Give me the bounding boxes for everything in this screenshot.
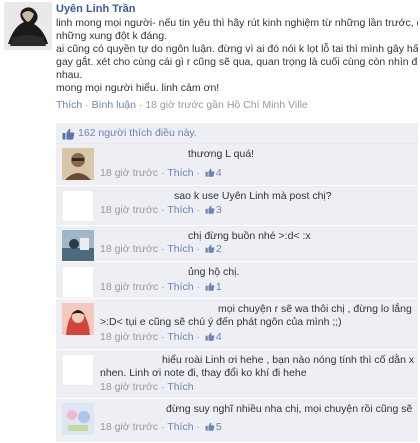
comment-item: đừng suy nghĩ nhiều nha chị, mọi chuyện …	[56, 399, 418, 443]
comment-like-link[interactable]: Thích	[167, 204, 193, 216]
comment-line: hiểu roài Linh ơi hehe , bạn nào nóng tí…	[162, 354, 414, 366]
thumbs-up-icon	[205, 422, 215, 435]
comment-text: đừng suy nghĩ nhiều nha chị, mọi chuyện …	[100, 403, 414, 416]
thumbs-up-icon	[205, 205, 215, 218]
separator: ·	[161, 204, 165, 216]
comment-line: thương L quá!	[188, 148, 255, 160]
comment-like-count[interactable]: 4	[216, 167, 222, 179]
comment-text: hiểu roài Linh ơi hehe , bạn nào nóng tí…	[100, 354, 414, 380]
separator: ·	[161, 381, 165, 393]
separator: ·	[161, 243, 165, 255]
separator: ·	[85, 99, 89, 111]
separator: ·	[161, 421, 165, 433]
comment-like-link[interactable]: Thích	[167, 381, 193, 393]
thumbs-up-icon	[205, 332, 215, 345]
post-message-line: nhau.	[56, 69, 83, 81]
comment-like-count[interactable]: 1	[216, 281, 222, 293]
comment-like-count[interactable]: 3	[216, 204, 222, 216]
post-comment-link[interactable]: Bình luận	[92, 99, 136, 111]
separator: ·	[161, 167, 165, 179]
comment-item: mọi chuyện r sẽ wa thôi chị , đừng lo lắ…	[56, 299, 418, 350]
separator: ·	[196, 331, 201, 343]
comment-meta: 18 giờ trước · Thích · 3	[100, 204, 222, 218]
comment-meta: 18 giờ trước · Thích · 5	[100, 421, 222, 435]
post-message-line: mong mọi người hiểu. linh cảm ơn!	[56, 82, 220, 94]
post-timestamp[interactable]: 18 giờ trước gần Hồ Chí Minh Ville	[145, 99, 307, 111]
post-message: linh mong mọi người- nếu tin yêu thì hãy…	[56, 17, 418, 95]
separator: ·	[196, 421, 201, 433]
thumbs-up-icon	[205, 282, 215, 295]
post-message-line: gay gắt. xét cho cùng cái gì r cũng sẽ q…	[56, 56, 418, 68]
comment-meta: 18 giờ trước · Thích · 4	[100, 167, 222, 181]
post-body: Uyên Linh Trần linh mong mọi người- nếu …	[56, 2, 418, 112]
comment-meta: 18 giờ trước · Thích	[100, 381, 194, 394]
separator: ·	[196, 204, 201, 216]
comment-timestamp[interactable]: 18 giờ trước	[100, 243, 158, 255]
post-message-line: những xung đột k đáng.	[56, 30, 167, 42]
likes-count-link[interactable]: 162 người thích điều này.	[78, 123, 197, 143]
comment-text: ủng hộ chị.	[100, 266, 414, 279]
comment-like-count[interactable]: 2	[216, 243, 222, 255]
comment-meta: 18 giờ trước · Thích · 2	[100, 243, 222, 257]
separator: ·	[161, 331, 165, 343]
comment-timestamp[interactable]: 18 giờ trước	[100, 167, 158, 179]
commenter-avatar[interactable]	[62, 303, 94, 335]
author-name-link[interactable]: Uyên Linh Trần	[56, 2, 418, 16]
comment-item: hiểu roài Linh ơi hehe , bạn nào nóng tí…	[56, 350, 418, 399]
comment-timestamp[interactable]: 18 giờ trước	[100, 331, 158, 343]
likes-summary: 162 người thích điều này.	[56, 123, 418, 144]
commenter-avatar[interactable]	[62, 403, 94, 435]
commenter-avatar[interactable]	[62, 148, 94, 180]
commenter-avatar[interactable]	[62, 354, 94, 386]
comment-like-link[interactable]: Thích	[167, 331, 193, 343]
comment-like-count[interactable]: 4	[216, 331, 222, 343]
post-message-line: ai cũng có quyền tự do ngôn luận. đừng v…	[56, 43, 418, 55]
post-like-link[interactable]: Thích	[56, 99, 82, 111]
thumbs-up-icon	[205, 168, 215, 181]
comment-timestamp[interactable]: 18 giờ trước	[100, 204, 158, 216]
separator: ·	[196, 167, 201, 179]
comment-timestamp[interactable]: 18 giờ trước	[100, 421, 158, 433]
comment-line: >:D< tụi e cũng sẽ chú ý đến phát ngôn c…	[100, 316, 342, 328]
comment-meta: 18 giờ trước · Thích · 1	[100, 281, 222, 295]
comment-line: ủng hộ chị.	[188, 266, 240, 278]
separator: ·	[138, 99, 143, 111]
comment-line: nhen. Linh ơi note đi, thay đổi ko khí đ…	[100, 367, 307, 379]
comment-like-link[interactable]: Thích	[167, 167, 193, 179]
comment-text: mọi chuyện r sẽ wa thôi chị , đừng lo lắ…	[100, 303, 414, 329]
comment-like-link[interactable]: Thích	[167, 421, 193, 433]
comment-item: ủng hộ chị. 18 giờ trước · Thích · 1	[56, 262, 418, 299]
comment-meta: 18 giờ trước · Thích · 4	[100, 331, 222, 345]
comment-item: chị đừng buồn nhé >:d< :x 18 giờ trước ·…	[56, 226, 418, 262]
commenter-avatar[interactable]	[62, 230, 94, 261]
comment-like-link[interactable]: Thích	[167, 243, 193, 255]
comment-text: chị đừng buồn nhé >:d< :x	[100, 230, 414, 243]
comment-text: thương L quá!	[100, 148, 414, 161]
comment-timestamp[interactable]: 18 giờ trước	[100, 281, 158, 293]
separator: ·	[196, 281, 201, 293]
commenter-avatar[interactable]	[62, 190, 94, 222]
commenter-avatar[interactable]	[62, 266, 94, 298]
comment-line: sao k use Uyên Linh mà post chị?	[174, 190, 332, 202]
post-actions: Thích · Bình luận · 18 giờ trước gần Hồ …	[56, 98, 418, 112]
comment-item: thương L quá! 18 giờ trước · Thích · 4	[56, 144, 418, 186]
comment-line: đừng suy nghĩ nhiều nha chị, mọi chuyện …	[166, 403, 414, 415]
comment-line: chị đừng buồn nhé >:d< :x	[188, 230, 311, 242]
thumbs-up-icon	[205, 244, 215, 257]
comment-item: sao k use Uyên Linh mà post chị? 18 giờ …	[56, 186, 418, 226]
comment-like-link[interactable]: Thích	[167, 281, 193, 293]
separator: ·	[161, 281, 165, 293]
facebook-post: Uyên Linh Trần linh mong mọi người- nếu …	[0, 0, 420, 443]
author-avatar[interactable]	[4, 2, 52, 50]
separator: ·	[196, 243, 201, 255]
comment-text: sao k use Uyên Linh mà post chị?	[100, 190, 414, 203]
comment-line: mọi chuyện r sẽ wa thôi chị , đừng lo lắ…	[218, 303, 414, 315]
comment-like-count[interactable]: 5	[216, 421, 222, 433]
comment-timestamp[interactable]: 18 giờ trước	[100, 381, 158, 393]
post-message-line: linh mong mọi người- nếu tin yêu thì hãy…	[56, 17, 418, 29]
